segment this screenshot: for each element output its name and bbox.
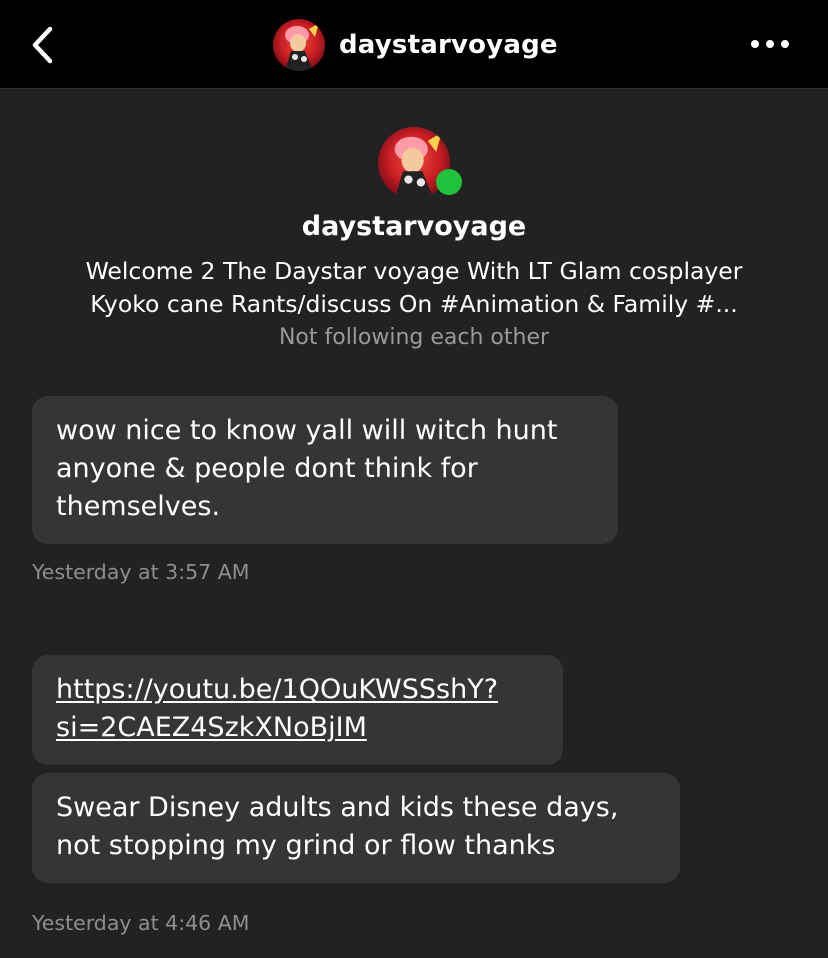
bio-line: Kyoko cane Rants/discuss On #Animation &… (90, 290, 738, 318)
follow-status: Not following each other (278, 325, 550, 350)
avatar-image (273, 19, 325, 71)
message-timestamp: Yesterday at 4:46 AM (32, 911, 250, 935)
chevron-left-icon (32, 26, 53, 64)
online-status-dot (436, 169, 462, 195)
more-options-button[interactable] (740, 30, 800, 58)
profile-avatar-container[interactable] (378, 127, 462, 199)
bio-line: Welcome 2 The Daystar voyage With LT Gla… (85, 257, 743, 285)
profile-username[interactable]: daystarvoyage (0, 211, 828, 242)
more-horizontal-icon (751, 40, 789, 48)
message-bubble[interactable]: wow nice to know yall will witch hunt an… (32, 396, 618, 544)
message-text: wow nice to know yall will witch hunt (56, 415, 558, 446)
message-text: anyone & people dont think for (56, 453, 478, 484)
message-timestamp: Yesterday at 3:57 AM (32, 560, 250, 584)
header-user[interactable]: daystarvoyage (273, 19, 558, 71)
profile-bio: Welcome 2 The Daystar voyage With LT Gla… (40, 255, 788, 321)
message-text: not stopping my grind or flow thanks (56, 830, 556, 861)
top-bar: daystarvoyage (0, 0, 828, 89)
avatar[interactable] (273, 19, 325, 71)
message-bubble[interactable]: Swear Disney adults and kids these days,… (32, 773, 680, 883)
header-username[interactable]: daystarvoyage (339, 30, 558, 60)
message-link[interactable]: si=2CAEZ4SzkXNoBjIM (56, 709, 539, 747)
message-text: themselves. (56, 491, 221, 522)
message-bubble[interactable]: https://youtu.be/1QOuKWSSshY? si=2CAEZ4S… (32, 655, 563, 765)
message-link[interactable]: https://youtu.be/1QOuKWSSshY? (56, 671, 539, 709)
message-text: Swear Disney adults and kids these days, (56, 792, 619, 823)
back-button[interactable] (22, 22, 62, 68)
